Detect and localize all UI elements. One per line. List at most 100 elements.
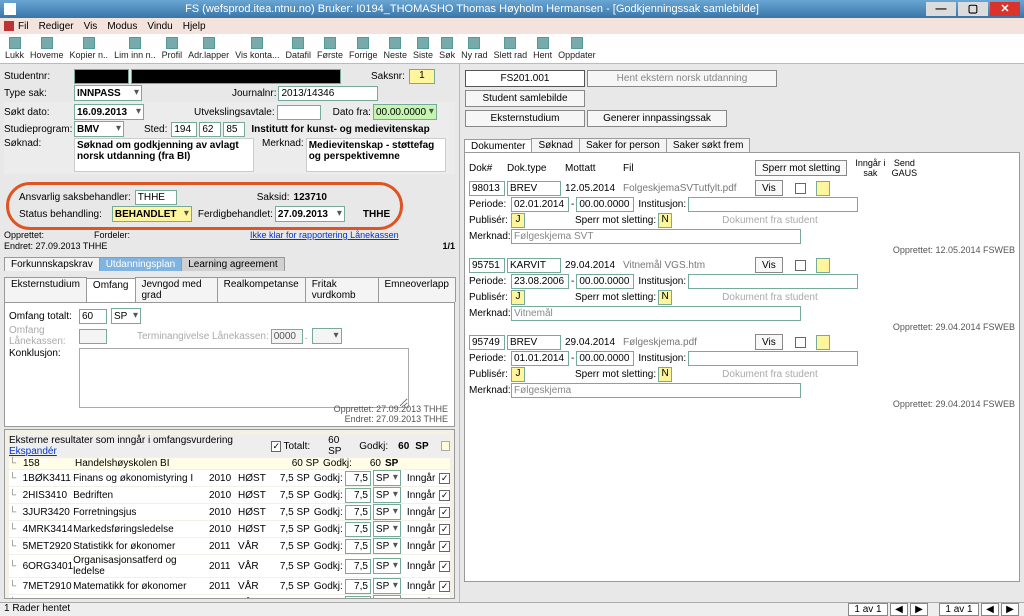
godkj-input[interactable] [345,596,371,600]
sokt-select[interactable]: 16.09.2013 [74,104,144,120]
studentname-input[interactable] [131,69,341,84]
periode-to[interactable] [576,351,634,366]
godkj-input[interactable] [345,488,371,503]
maximize-button[interactable]: ▢ [958,2,988,16]
tab-omfang[interactable]: Omfang [86,278,136,303]
sperr-button[interactable]: Sperr mot sletting [755,160,847,176]
menu-item[interactable]: Vis [84,21,98,32]
periode-from[interactable] [511,274,569,289]
toolbar-ny rad[interactable]: Ny rad [461,37,488,60]
menu-item[interactable]: Fil [18,21,29,32]
tab-emne[interactable]: Emneoverlapp [378,277,456,302]
unit-select[interactable]: SP [373,521,401,537]
toolbar-hent[interactable]: Hent [533,37,552,60]
godkj-input[interactable] [345,579,371,594]
inst-input[interactable] [688,351,858,366]
totalt-checkbox[interactable] [271,441,281,452]
journal-input[interactable] [278,86,378,101]
tab-dokumenter[interactable]: Dokumenter [464,139,532,153]
sted-c[interactable] [223,122,245,137]
tab-real[interactable]: Realkompetanse [217,277,306,302]
periode-from[interactable] [511,351,569,366]
toolbar-neste[interactable]: Neste [384,37,408,60]
publiser-box[interactable]: J [511,213,525,228]
unit-select[interactable]: SP [373,538,401,554]
gaus-box[interactable] [816,181,830,196]
generer-button[interactable]: Generer innpassingssak [587,110,727,127]
ferdig-select[interactable]: 27.09.2013 [275,206,345,222]
toolbar-kopier n..[interactable]: Kopier n.. [70,37,109,60]
sted-b[interactable] [199,122,221,137]
publiser-box[interactable]: J [511,367,525,382]
type-select[interactable]: INNPASS [74,85,142,101]
toolbar-datafil[interactable]: Datafil [286,37,312,60]
tab-ekstern[interactable]: Eksternstudium [4,277,87,302]
vis-button[interactable]: Vis [755,180,783,196]
vis-button[interactable]: Vis [755,334,783,350]
inngaar-checkbox[interactable] [795,183,806,194]
toolbar-forrige[interactable]: Forrige [349,37,378,60]
tab-fritak[interactable]: Fritak vurdkomb [305,277,379,302]
periode-from[interactable] [511,197,569,212]
godkj-input[interactable] [345,505,371,520]
periode-to[interactable] [576,197,634,212]
godkj-input[interactable] [345,539,371,554]
close-button[interactable]: ✕ [990,2,1020,16]
sperr-box[interactable]: N [658,367,672,382]
inngaar-checkbox[interactable] [795,260,806,271]
tab-person[interactable]: Saker for person [579,138,667,152]
toolbar-oppdater[interactable]: Oppdater [558,37,596,60]
tab-soknad[interactable]: Søknad [531,138,579,152]
inst-input[interactable] [688,274,858,289]
minimize-button[interactable]: — [926,2,956,16]
unit-select[interactable]: SP [373,470,401,486]
tab-frem[interactable]: Saker søkt frem [666,138,751,152]
unit-select[interactable]: SP [373,595,401,599]
godkj-input[interactable] [345,559,371,574]
toolbar-hoveme[interactable]: Hoveme [30,37,64,60]
inngar-checkbox[interactable] [439,541,450,552]
toolbar-lim inn n..[interactable]: Lim inn n.. [114,37,156,60]
dok-type[interactable] [507,258,561,273]
ans-input[interactable] [135,190,177,205]
inngar-checkbox[interactable] [439,524,450,535]
inngar-checkbox[interactable] [439,490,450,501]
vis-button[interactable]: Vis [755,257,783,273]
toolbar-adr.lapper[interactable]: Adr.lapper [188,37,229,60]
dok-id[interactable] [469,181,505,196]
sperr-box[interactable]: N [658,213,672,228]
unit-select[interactable]: SP [373,504,401,520]
unit-select[interactable]: SP [111,308,141,324]
ekstern-button[interactable]: Eksternstudium [465,110,585,127]
hent-ekstern-button[interactable]: Hent ekstern norsk utdanning [587,70,777,87]
godkj-input[interactable] [345,522,371,537]
datofra-select[interactable]: 00.00.0000 [373,104,437,120]
inngaar-checkbox[interactable] [795,337,806,348]
tab-learning[interactable]: Learning agreement [181,257,285,271]
toolbar-slett rad[interactable]: Slett rad [494,37,528,60]
unit-select[interactable]: SP [373,558,401,574]
dok-id[interactable] [469,335,505,350]
toolbar-lukk[interactable]: Lukk [5,37,24,60]
toolbar-profil[interactable]: Profil [162,37,183,60]
inngar-checkbox[interactable] [439,473,450,484]
toolbar-vis konta...[interactable]: Vis konta... [235,37,279,60]
tab-jevngod[interactable]: Jevngod med grad [135,277,218,302]
sp-select[interactable]: BMV [74,121,124,137]
gaus-box[interactable] [816,258,830,273]
dok-id[interactable] [469,258,505,273]
omfang-input[interactable] [79,309,107,324]
studentnr-input[interactable] [74,69,129,84]
sperr-box[interactable]: N [658,290,672,305]
note-icon[interactable] [441,441,450,451]
stat-select[interactable]: BEHANDLET [112,206,192,222]
toolbar-søk[interactable]: Søk [439,37,455,60]
menu-item[interactable]: Hjelp [183,21,206,32]
gaus-box[interactable] [816,335,830,350]
ekspander-link[interactable]: Ekspandér [9,446,57,457]
godkj-input[interactable] [345,471,371,486]
menu-item[interactable]: Vindu [147,21,172,32]
doc-merknad-input[interactable] [511,306,801,321]
unit-select[interactable]: SP [373,578,401,594]
menu-item[interactable]: Modus [107,21,137,32]
